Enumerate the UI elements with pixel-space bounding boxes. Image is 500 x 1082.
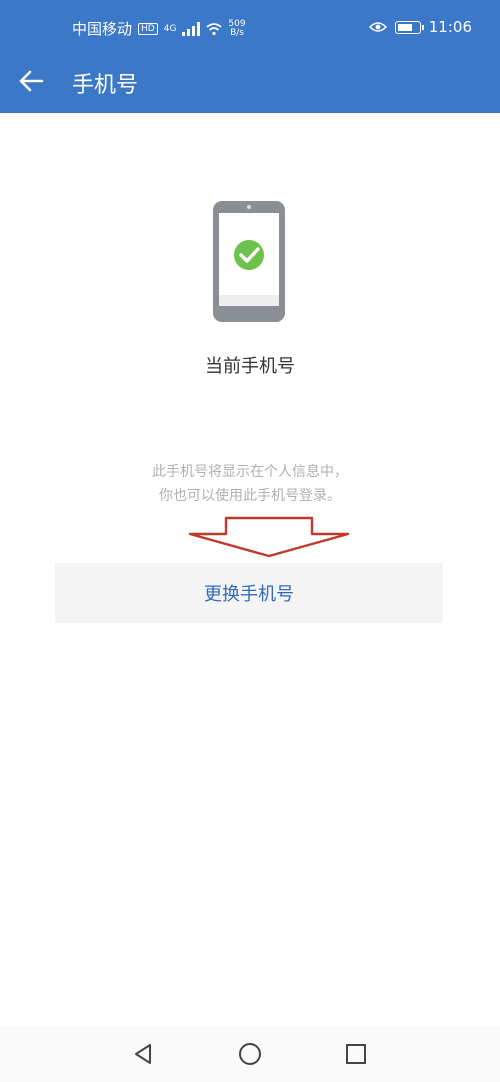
carrier-name: 中国移动	[72, 20, 133, 38]
status-right: 11:06	[368, 18, 472, 36]
arrow-left-icon	[19, 70, 44, 92]
page-title: 手机号	[72, 73, 139, 98]
nav-back-button[interactable]	[129, 1040, 157, 1068]
square-recent-icon	[346, 1044, 366, 1064]
net-speed-unit: B/s	[230, 27, 244, 38]
circle-home-icon	[239, 1043, 261, 1065]
nav-bar: 手机号	[0, 55, 500, 111]
status-time: 11:06	[428, 18, 472, 36]
back-button[interactable]	[14, 63, 50, 99]
current-phone-label: 当前手机号	[205, 356, 295, 377]
hd-badge: HD	[138, 22, 158, 35]
change-phone-button[interactable]: 更换手机号	[55, 563, 443, 623]
eye-icon	[368, 22, 387, 32]
status-bar: 中国移动 HD 4G 509 B/s 11:06	[0, 10, 500, 46]
signal-icon	[182, 21, 201, 36]
info-line-1: 此手机号将显示在个人信息中，	[152, 464, 348, 480]
battery-icon	[394, 20, 424, 34]
annotation-arrow	[188, 516, 350, 558]
system-nav-bar	[0, 1026, 500, 1082]
network-type: 4G	[163, 23, 177, 34]
wifi-icon	[206, 22, 222, 35]
phone-check-icon	[213, 201, 285, 322]
nav-home-button[interactable]	[236, 1040, 264, 1068]
status-left: 中国移动 HD 4G 509 B/s	[72, 18, 246, 39]
nav-recent-button[interactable]	[342, 1040, 370, 1068]
info-text: 此手机号将显示在个人信息中， 你也可以使用此手机号登录。	[0, 460, 500, 508]
info-line-2: 你也可以使用此手机号登录。	[159, 488, 341, 504]
net-speed: 509 B/s	[228, 19, 245, 38]
app-header: 中国移动 HD 4G 509 B/s 11:06 手机号	[0, 0, 500, 113]
triangle-back-icon	[135, 1044, 151, 1064]
